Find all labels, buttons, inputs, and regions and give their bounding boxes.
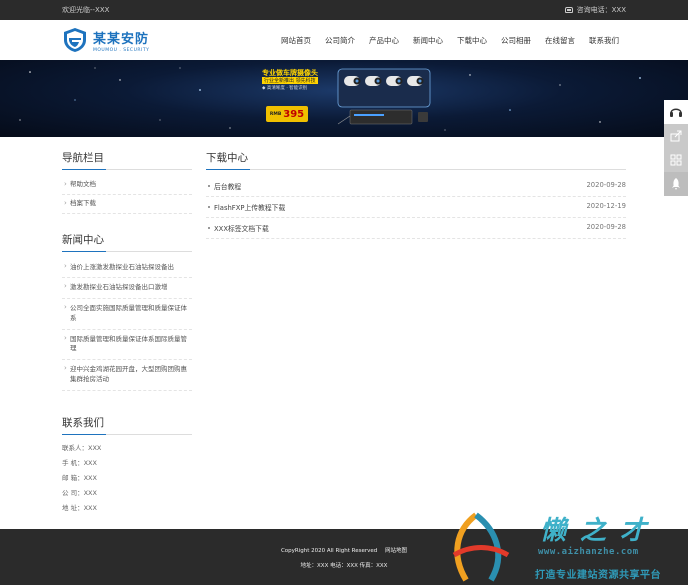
news-item[interactable]: 国际质量管理和质量保证体系国际质量管理: [62, 330, 192, 360]
download-date: 2020-09-28: [586, 181, 626, 189]
download-title[interactable]: FlashFXP上传教程下载: [214, 202, 285, 212]
hero-banner[interactable]: 专业做车牌摄像头 行业全新推出 领先科技 ◆ 高清晰度 · 智能识别 RMB 3…: [0, 60, 688, 137]
download-date: 2020-09-28: [586, 223, 626, 231]
share-icon: [670, 130, 682, 142]
customer-service-button[interactable]: [664, 100, 688, 124]
nav-products[interactable]: 产品中心: [362, 35, 406, 46]
headset-icon: [670, 108, 682, 117]
nav-section-list: 帮助文档 档案下载: [62, 176, 192, 214]
download-center: 下载中心 后台教程 2020-09-28 FlashFXP上传教程下载 2020…: [206, 150, 626, 528]
phone-label: 咨询电话：XXX: [576, 6, 626, 14]
watermark-slogan: 打造专业建站资源共享平台: [535, 570, 661, 581]
list-item[interactable]: XXX标签文档下载 2020-09-28: [206, 218, 626, 239]
contact-person: 联系人：XXX: [62, 443, 102, 452]
left-sidebar: 导航栏目 帮助文档 档案下载 新闻中心 油价上涨激发勘探业石油钻探设备出 激发勘…: [62, 150, 192, 528]
logo-text: 某某安防 MOUMOU . SECURITY: [93, 28, 149, 53]
back-to-top-button[interactable]: [664, 172, 688, 196]
watermark-title: 懒之才: [540, 516, 661, 546]
news-item[interactable]: 公司全面实施国际质量管理和质量保证体系: [62, 299, 192, 330]
list-item[interactable]: FlashFXP上传教程下载 2020-12-19: [206, 197, 626, 218]
contact-company: 公 司：XXX: [62, 488, 97, 497]
news-item[interactable]: 迎中兴金鸡湖花园开盘，大型团购团购惠集群抢房活动: [62, 360, 192, 391]
news-item[interactable]: 激发勘探业石油钻探设备出口激增: [62, 278, 192, 299]
contact-mobile: 手 机：XXX: [62, 458, 97, 467]
top-bar: 欢迎光临--XXX 咨询电话：XXX: [0, 0, 688, 20]
sidebar-item-archive-download[interactable]: 档案下载: [62, 195, 192, 214]
main-content: 导航栏目 帮助文档 档案下载 新闻中心 油价上涨激发勘探业石油钻探设备出 激发勘…: [0, 150, 688, 528]
logo-name-cn: 某某安防: [93, 31, 150, 47]
site-logo[interactable]: 某某安防 MOUMOU . SECURITY: [62, 27, 149, 53]
nav-news[interactable]: 新闻中心: [406, 35, 450, 46]
news-list: 油价上涨激发勘探业石油钻探设备出 激发勘探业石油钻探设备出口激增 公司全面实施国…: [62, 258, 192, 391]
sidebar-item-help-docs[interactable]: 帮助文档: [62, 176, 192, 195]
price-prefix: RMB: [269, 111, 282, 117]
site-header: 某某安防 MOUMOU . SECURITY 网站首页 公司简介 产品中心 新闻…: [0, 20, 688, 60]
nav-about[interactable]: 公司简介: [318, 35, 362, 46]
nav-home[interactable]: 网站首页: [274, 35, 318, 46]
logo-name-en: MOUMOU . SECURITY: [93, 47, 150, 53]
download-title[interactable]: XXX标签文档下载: [214, 223, 269, 233]
nav-section-title: 导航栏目: [62, 150, 192, 170]
nav-contact[interactable]: 联系我们: [582, 35, 626, 46]
sitemap-link[interactable]: 网站地图: [385, 548, 407, 554]
contact-email: 邮 箱：XXX: [62, 473, 97, 482]
nav-message[interactable]: 在线留言: [538, 35, 582, 46]
welcome-text: 欢迎光临--XXX: [62, 6, 110, 14]
download-list: 后台教程 2020-09-28 FlashFXP上传教程下载 2020-12-1…: [206, 176, 626, 239]
contact-section-title: 联系我们: [62, 415, 192, 435]
nav-section: 导航栏目 帮助文档 档案下载: [62, 150, 192, 214]
contact-section: 联系我们 联系人：XXX 手 机：XXX 邮 箱：XXX 公 司：XXX 地 址…: [62, 415, 192, 516]
banner-feature: ◆ 高清晰度 · 智能识别: [262, 86, 308, 91]
nav-downloads[interactable]: 下载中心: [450, 35, 494, 46]
banner-subtitle: 行业全新推出 领先科技: [262, 77, 318, 84]
price-value: 395: [283, 108, 305, 120]
qrcode-icon: [670, 154, 682, 166]
rocket-icon: [672, 178, 680, 190]
download-title[interactable]: 后台教程: [214, 181, 241, 191]
news-item[interactable]: 油价上涨激发勘探业石油钻探设备出: [62, 258, 192, 279]
download-date: 2020-12-19: [586, 202, 626, 210]
watermark-url: www.aizhanzhe.com: [538, 547, 639, 557]
news-section: 新闻中心 油价上涨激发勘探业石油钻探设备出 激发勘探业石油钻探设备出口激增 公司…: [62, 232, 192, 391]
copyright-text: CopyRight 2020 All Right Reserved: [280, 548, 378, 554]
contact-address: 地 址：XXX: [62, 503, 97, 512]
shield-logo-icon: [64, 28, 86, 52]
price-badge: RMB 395: [266, 106, 308, 122]
list-item[interactable]: 后台教程 2020-09-28: [206, 176, 626, 197]
share-button[interactable]: [664, 124, 688, 148]
news-section-title: 新闻中心: [62, 232, 192, 252]
floating-toolbar: [664, 100, 688, 196]
nav-album[interactable]: 公司相册: [494, 35, 538, 46]
qrcode-button[interactable]: [664, 148, 688, 172]
contact-list: 联系人：XXX 手 机：XXX 邮 箱：XXX 公 司：XXX 地 址：XXX: [62, 441, 192, 516]
phone-icon: [564, 7, 573, 13]
main-nav: 网站首页 公司简介 产品中心 新闻中心 下载中心 公司相册 在线留言 联系我们: [274, 35, 626, 46]
page-title: 下载中心: [206, 150, 626, 170]
phone-info: 咨询电话：XXX: [564, 5, 626, 15]
